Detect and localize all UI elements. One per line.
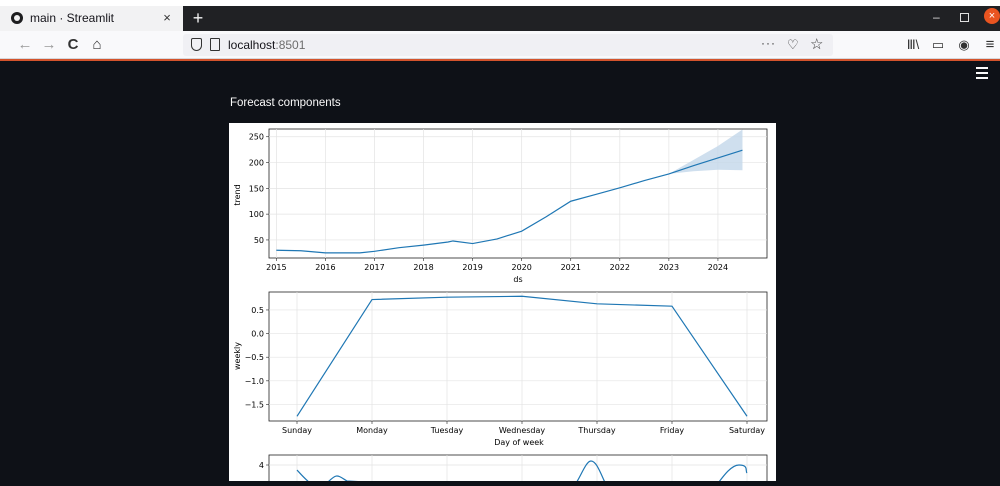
browser-tab[interactable]: main · Streamlit × bbox=[0, 6, 183, 31]
third-axes-frame bbox=[268, 454, 768, 486]
browser-titlebar: main · Streamlit × + – × bbox=[0, 0, 1000, 31]
trend-axes-frame bbox=[268, 128, 768, 259]
page-actions-menu-icon[interactable]: ··· bbox=[761, 36, 776, 50]
trend-ytick-label: 150 bbox=[249, 184, 264, 193]
weekly-xtick-label: Tuesday bbox=[430, 426, 464, 435]
streamlit-favicon-icon bbox=[11, 12, 23, 24]
weekly-xtick-label: Saturday bbox=[729, 426, 765, 435]
reader-view-icon[interactable]: ▭ bbox=[928, 34, 948, 56]
trend-xtick-label: 2016 bbox=[315, 263, 335, 272]
weekly-ytick-label: −0.5 bbox=[245, 353, 264, 362]
trend-xtick-label: 2019 bbox=[462, 263, 482, 272]
window-close-button[interactable]: × bbox=[984, 8, 1000, 24]
forecast-components-figure: 2015 2016 2017 2018 2019 2020 2021 2022 2023 2024… bbox=[229, 123, 776, 486]
section-title: Forecast components bbox=[230, 97, 341, 109]
third-ytick-label: 4 bbox=[259, 461, 264, 470]
weekly-xtick-label: Monday bbox=[356, 426, 388, 435]
page-info-icon[interactable] bbox=[210, 38, 220, 51]
url-bar[interactable]: localhost:8501 ··· ♡ ☆ bbox=[183, 34, 833, 56]
yearly-panel-partial: 4 bbox=[259, 454, 768, 486]
forecast-components-svg: 2015 2016 2017 2018 2019 2020 2021 2022 2023 2024… bbox=[233, 128, 768, 486]
weekly-xtick-label: Sunday bbox=[282, 426, 312, 435]
account-icon[interactable]: ◉ bbox=[954, 34, 974, 56]
streamlit-app: Forecast components 2015 2016 2017 2018 2019… bbox=[0, 61, 1000, 486]
url-text[interactable]: localhost:8501 bbox=[228, 38, 305, 52]
trend-xtick-label: 2015 bbox=[266, 263, 286, 272]
window-maximize-button[interactable] bbox=[960, 13, 969, 22]
trend-ytick-label: 50 bbox=[254, 236, 264, 245]
trend-xtick-label: 2021 bbox=[561, 263, 581, 272]
trend-xlabel: ds bbox=[513, 275, 522, 284]
weekly-xlabel: Day of week bbox=[494, 438, 544, 447]
bookmark-star-icon[interactable]: ☆ bbox=[810, 35, 823, 53]
weekly-panel: Sunday Monday Tuesday Wednesday Thursday Frid… bbox=[233, 291, 768, 447]
new-tab-button[interactable]: + bbox=[187, 7, 209, 29]
trend-xtick-label: 2023 bbox=[659, 263, 679, 272]
library-icon[interactable]: Ⅲ\ bbox=[903, 34, 923, 56]
back-arrow-icon[interactable]: ← bbox=[14, 34, 36, 56]
trend-xtick-label: 2018 bbox=[413, 263, 433, 272]
weekly-ytick-label: −1.0 bbox=[245, 377, 264, 386]
weekly-ytick-label: 0.5 bbox=[251, 306, 264, 315]
weekly-axes-frame bbox=[268, 291, 768, 422]
forward-arrow-icon[interactable]: → bbox=[38, 34, 60, 56]
home-icon[interactable]: ⌂ bbox=[86, 34, 108, 56]
trend-ylabel: trend bbox=[233, 184, 242, 205]
trend-ytick-label: 200 bbox=[249, 159, 264, 168]
window-minimize-button[interactable]: – bbox=[933, 10, 940, 24]
url-port: :8501 bbox=[275, 38, 306, 52]
browser-navbar: ← → C ⌂ localhost:8501 ··· ♡ ☆ Ⅲ\ ▭ ◉ ≡ bbox=[0, 31, 1000, 59]
weekly-xtick-label: Wednesday bbox=[499, 426, 546, 435]
tracking-shield-icon[interactable] bbox=[191, 38, 202, 51]
tab-close-icon[interactable]: × bbox=[158, 9, 176, 27]
weekly-ytick-label: 0.0 bbox=[251, 330, 264, 339]
trend-panel: 2015 2016 2017 2018 2019 2020 2021 2022 2023 2024… bbox=[233, 128, 768, 284]
trend-xtick-label: 2020 bbox=[512, 263, 532, 272]
weekly-xtick-label: Thursday bbox=[577, 426, 615, 435]
browser-menu-icon[interactable]: ≡ bbox=[980, 34, 1000, 56]
trend-xtick-label: 2022 bbox=[610, 263, 630, 272]
trend-ytick-label: 250 bbox=[249, 133, 264, 142]
trend-xtick-label: 2017 bbox=[364, 263, 384, 272]
pocket-icon[interactable]: ♡ bbox=[787, 37, 799, 53]
reload-icon[interactable]: C bbox=[62, 34, 84, 56]
trend-ytick-label: 100 bbox=[249, 210, 264, 219]
tab-title: main · Streamlit bbox=[30, 11, 115, 25]
weekly-ylabel: weekly bbox=[233, 342, 242, 370]
weekly-xtick-label: Friday bbox=[660, 426, 685, 435]
url-host: localhost bbox=[228, 38, 276, 52]
trend-xtick-label: 2024 bbox=[708, 263, 728, 272]
app-menu-icon[interactable] bbox=[976, 67, 988, 82]
weekly-ytick-label: −1.5 bbox=[245, 400, 264, 409]
